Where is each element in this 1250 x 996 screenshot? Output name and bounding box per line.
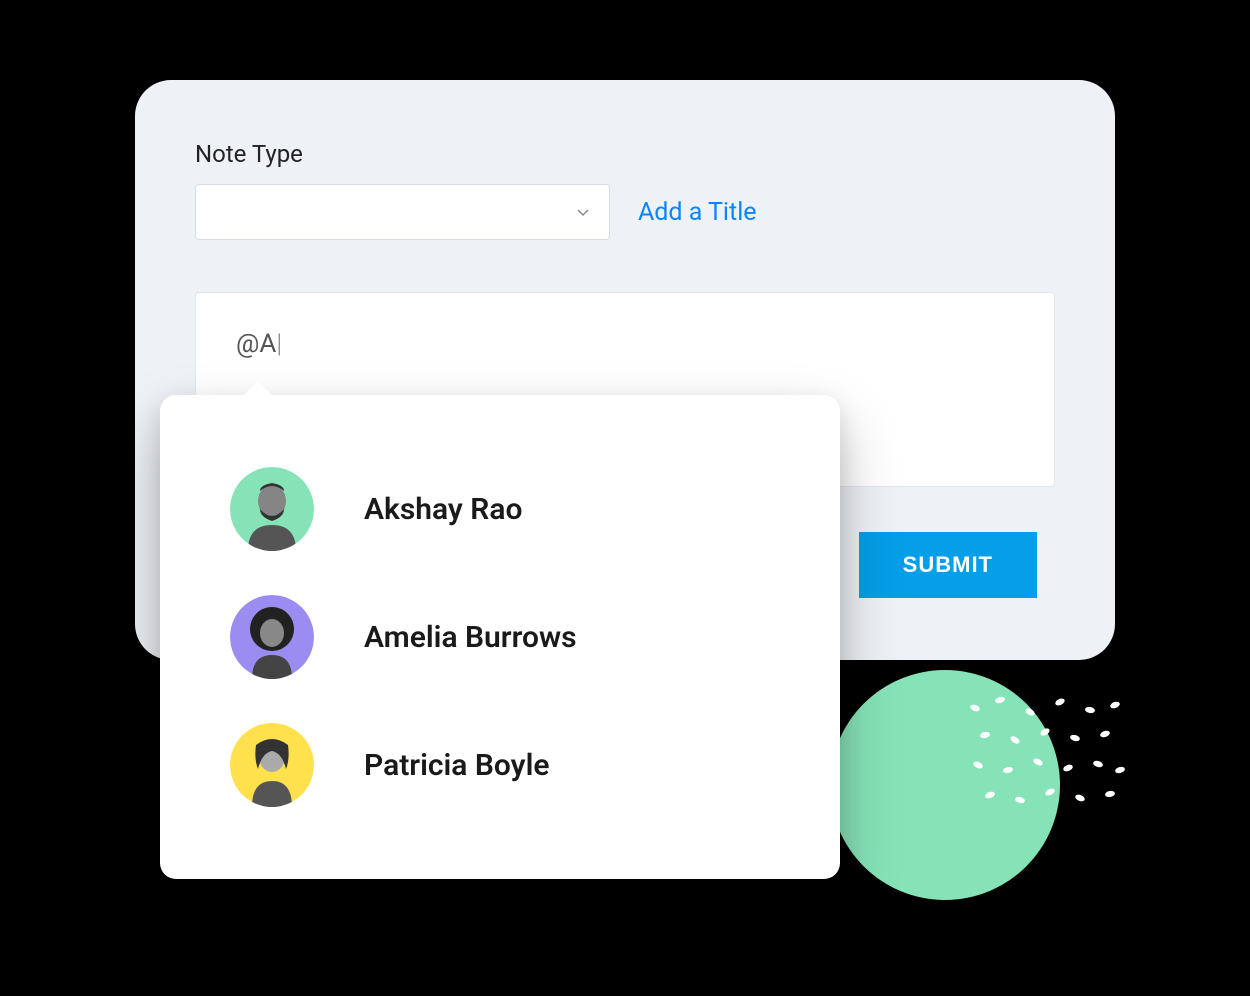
avatar — [230, 723, 314, 807]
add-title-link[interactable]: Add a Title — [638, 198, 757, 227]
mention-suggestion[interactable]: Patricia Boyle — [230, 701, 770, 829]
mention-suggestion[interactable]: Akshay Rao — [230, 445, 770, 573]
note-body-text: @A — [236, 329, 276, 359]
decorative-green-circle — [830, 670, 1060, 900]
avatar — [230, 595, 314, 679]
mention-suggestion[interactable]: Amelia Burrows — [230, 573, 770, 701]
note-type-label: Note Type — [195, 140, 1055, 168]
chevron-down-icon — [575, 204, 591, 220]
suggestion-name: Patricia Boyle — [364, 748, 550, 783]
suggestion-name: Akshay Rao — [364, 492, 522, 527]
note-type-select[interactable] — [195, 184, 610, 240]
form-top-row: Add a Title — [195, 184, 1055, 240]
suggestion-name: Amelia Burrows — [364, 620, 577, 655]
text-cursor: | — [276, 329, 282, 359]
submit-button[interactable]: SUBMIT — [859, 532, 1037, 598]
mention-suggestion-popover: Akshay Rao Amelia Burrows Patricia Boyle — [160, 395, 840, 879]
avatar — [230, 467, 314, 551]
